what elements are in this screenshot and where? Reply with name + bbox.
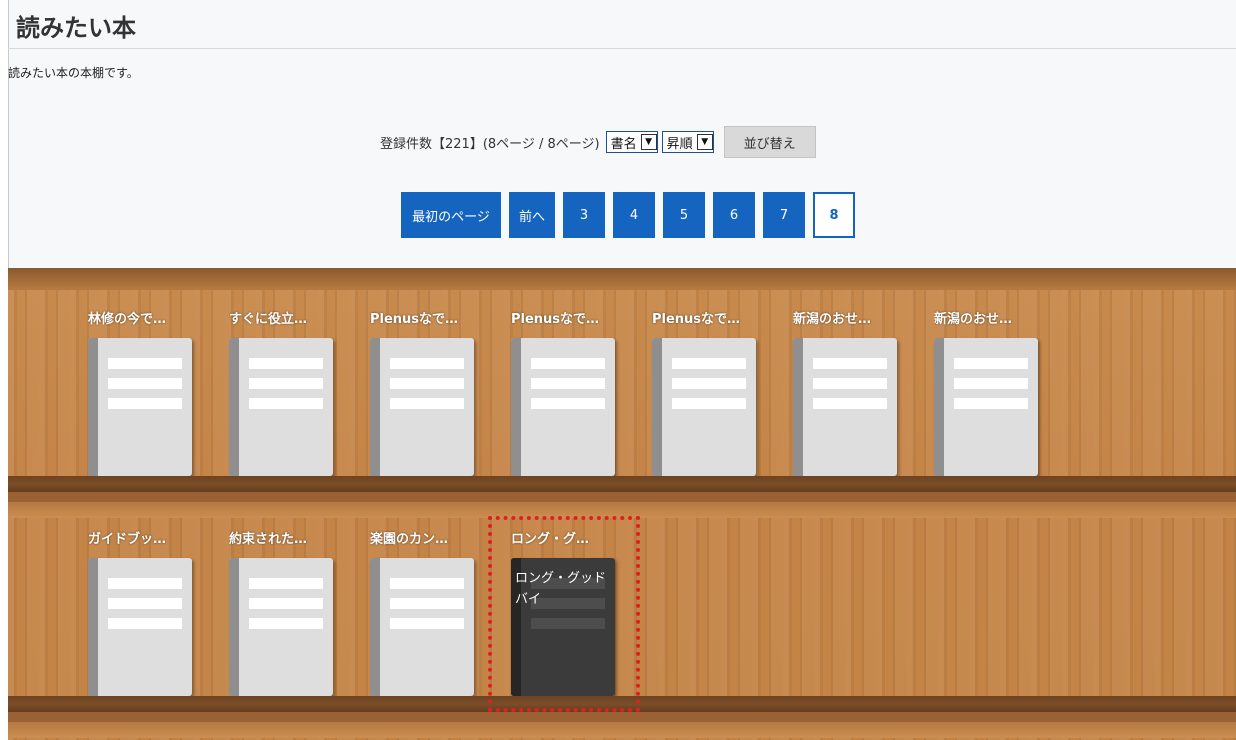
book-cover[interactable] (652, 338, 756, 476)
book-item[interactable]: 新潟のおせ… (793, 310, 897, 476)
page-5-button[interactable]: 5 (663, 192, 705, 238)
cover-line (390, 358, 464, 369)
shelf-edge (8, 492, 1236, 502)
sort-field-select[interactable]: 書名 ▼ (605, 131, 658, 153)
book-spine (370, 338, 380, 476)
book-item[interactable]: 楽園のカン… (370, 530, 474, 696)
book-title: 新潟のおせ… (793, 312, 872, 327)
chevron-down-icon: ▼ (696, 134, 713, 150)
book-cover[interactable] (511, 338, 615, 476)
cover-line (672, 358, 746, 369)
cover-line (249, 598, 323, 609)
cover-line (249, 578, 323, 589)
book-spine (229, 338, 239, 476)
book-spine (511, 338, 521, 476)
selection-highlight (488, 516, 640, 712)
record-count: 登録件数【221】(8ページ / 8ページ) (380, 136, 600, 152)
shelf-divider (8, 722, 1236, 738)
cover-line (108, 398, 182, 409)
book-spine (370, 558, 380, 696)
cover-line (813, 378, 887, 389)
book-title: Plenusなで… (652, 312, 741, 327)
book-title: 林修の今で… (88, 312, 167, 327)
book-spine (793, 338, 803, 476)
cover-line (813, 358, 887, 369)
cover-line (108, 358, 182, 369)
book-title: 新潟のおせ… (934, 312, 1013, 327)
shelf-edge (8, 712, 1236, 722)
book-item[interactable]: ガイドブッ… (88, 530, 192, 696)
cover-line (813, 398, 887, 409)
page-description: 読みたい本の本棚です。 (8, 66, 139, 80)
book-spine (934, 338, 944, 476)
book-cover[interactable] (793, 338, 897, 476)
book-cover[interactable] (88, 338, 192, 476)
cover-line (531, 358, 605, 369)
book-cover[interactable] (934, 338, 1038, 476)
sort-order-select[interactable]: 昇順 ▼ (661, 131, 714, 153)
cover-line (531, 398, 605, 409)
book-title: Plenusなで… (370, 312, 459, 327)
book-spine (229, 558, 239, 696)
book-title: 楽園のカン… (370, 532, 449, 547)
cover-line (390, 618, 464, 629)
sort-field-value: 書名 (610, 136, 637, 152)
page-3-button[interactable]: 3 (563, 192, 605, 238)
book-cover[interactable] (88, 558, 192, 696)
book-cover[interactable] (229, 338, 333, 476)
book-item[interactable]: Plenusなで… (652, 310, 756, 476)
cover-line (390, 378, 464, 389)
book-cover[interactable] (370, 338, 474, 476)
cover-line (954, 378, 1028, 389)
sort-button[interactable]: 並び替え (723, 126, 816, 158)
cover-line (249, 618, 323, 629)
cover-line (249, 378, 323, 389)
cover-line (108, 578, 182, 589)
book-spine (652, 338, 662, 476)
cover-line (390, 578, 464, 589)
book-item[interactable]: Plenusなで… (370, 310, 474, 476)
book-item[interactable]: 新潟のおせ… (934, 310, 1038, 476)
page-7-button[interactable]: 7 (763, 192, 805, 238)
sort-controls: 登録件数【221】(8ページ / 8ページ) 書名 ▼ 昇順 ▼ 並び替え (380, 126, 816, 158)
cover-line (531, 378, 605, 389)
book-title: すぐに役立… (229, 312, 308, 327)
book-item[interactable]: すぐに役立… (229, 310, 333, 476)
cover-line (954, 398, 1028, 409)
cover-line (108, 378, 182, 389)
pagination: 最初のページ 前へ 3 4 5 6 7 8 (401, 192, 863, 238)
page-8-button[interactable]: 8 (813, 192, 855, 238)
cover-line (249, 398, 323, 409)
shelf-top (8, 268, 1236, 290)
book-title: Plenusなで… (511, 312, 600, 327)
cover-line (672, 378, 746, 389)
cover-line (672, 398, 746, 409)
cover-line (390, 598, 464, 609)
book-item[interactable]: Plenusなで… (511, 310, 615, 476)
title-divider (8, 48, 1236, 49)
book-title: 約束された… (229, 532, 308, 547)
cover-line (108, 598, 182, 609)
book-item[interactable]: 約束された… (229, 530, 333, 696)
book-cover[interactable] (229, 558, 333, 696)
page-title: 読みたい本 (16, 14, 136, 42)
page-6-button[interactable]: 6 (713, 192, 755, 238)
book-spine (88, 558, 98, 696)
book-item[interactable]: 林修の今で… (88, 310, 192, 476)
cover-line (249, 358, 323, 369)
first-page-button[interactable]: 最初のページ (401, 192, 501, 238)
book-spine (88, 338, 98, 476)
page-4-button[interactable]: 4 (613, 192, 655, 238)
cover-line (954, 358, 1028, 369)
chevron-down-icon: ▼ (640, 134, 657, 150)
prev-page-button[interactable]: 前へ (509, 192, 555, 238)
book-title: ガイドブッ… (88, 532, 167, 547)
sort-order-value: 昇順 (666, 136, 693, 152)
book-cover[interactable] (370, 558, 474, 696)
cover-line (108, 618, 182, 629)
cover-line (390, 398, 464, 409)
